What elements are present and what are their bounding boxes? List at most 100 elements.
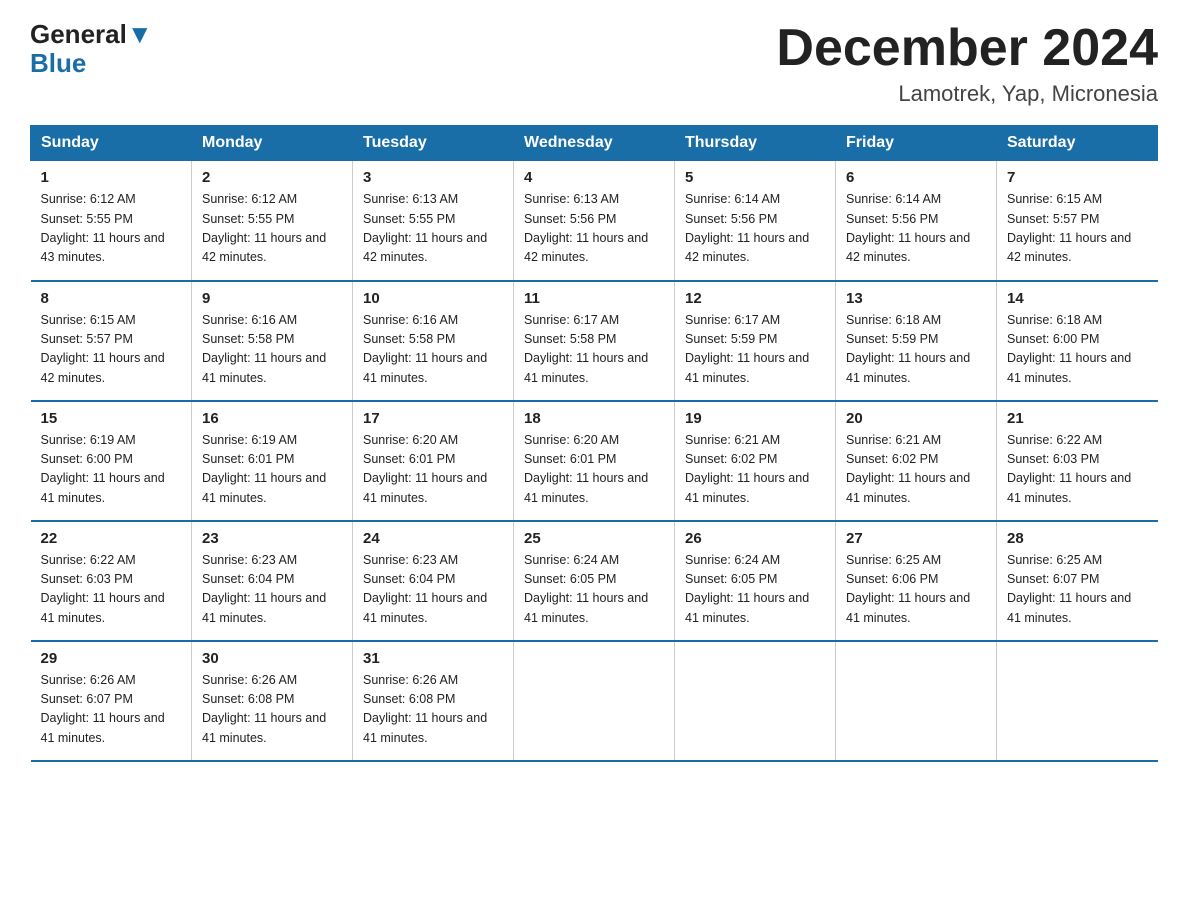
day-number: 3 [363, 169, 503, 186]
calendar-cell: 23 Sunrise: 6:23 AMSunset: 6:04 PMDayligh… [192, 521, 353, 641]
day-number: 14 [1007, 290, 1148, 307]
calendar-week-row: 8Sunrise: 6:15 AMSunset: 5:57 PMDaylight… [31, 281, 1158, 401]
day-number: 27 [846, 530, 986, 547]
day-info: Sunrise: 6:24 AMSunset: 6:05 PMDaylight:… [524, 551, 664, 629]
day-number: 28 [1007, 530, 1148, 547]
day-number: 6 [846, 169, 986, 186]
day-number: 4 [524, 169, 664, 186]
day-number: 23 [202, 530, 342, 547]
calendar-cell: 5Sunrise: 6:14 AMSunset: 5:56 PMDaylight… [675, 161, 836, 281]
day-info: Sunrise: 6:13 AMSunset: 5:56 PMDaylight:… [524, 190, 664, 268]
day-info: Sunrise: 6:13 AMSunset: 5:55 PMDaylight:… [363, 190, 503, 268]
calendar-cell: 19 Sunrise: 6:21 AMSunset: 6:02 PMDayligh… [675, 401, 836, 521]
day-number: 11 [524, 290, 664, 307]
day-info: Sunrise: 6:26 AMSunset: 6:08 PMDaylight:… [363, 671, 503, 749]
calendar-cell: 15 Sunrise: 6:19 AMSunset: 6:00 PMDayligh… [31, 401, 192, 521]
calendar-cell: 16 Sunrise: 6:19 AMSunset: 6:01 PMDayligh… [192, 401, 353, 521]
title-area: December 2024 Lamotrek, Yap, Micronesia [776, 20, 1158, 107]
calendar-cell: 24Sunrise: 6:23 AMSunset: 6:04 PMDayligh… [353, 521, 514, 641]
day-number: 25 [524, 530, 664, 547]
day-number: 12 [685, 290, 825, 307]
day-info: Sunrise: 6:15 AMSunset: 5:57 PMDaylight:… [1007, 190, 1148, 268]
day-info: Sunrise: 6:26 AMSunset: 6:08 PMDaylight:… [202, 671, 342, 749]
calendar-cell: 25 Sunrise: 6:24 AMSunset: 6:05 PMDayligh… [514, 521, 675, 641]
calendar-cell: 26 Sunrise: 6:24 AMSunset: 6:05 PMDayligh… [675, 521, 836, 641]
day-info: Sunrise: 6:21 AMSunset: 6:02 PMDaylight:… [846, 431, 986, 509]
day-number: 31 [363, 650, 503, 667]
calendar-cell: 9Sunrise: 6:16 AMSunset: 5:58 PMDaylight… [192, 281, 353, 401]
calendar-cell [514, 641, 675, 761]
location-title: Lamotrek, Yap, Micronesia [776, 81, 1158, 107]
day-number: 30 [202, 650, 342, 667]
calendar-cell [675, 641, 836, 761]
day-number: 2 [202, 169, 342, 186]
day-info: Sunrise: 6:17 AMSunset: 5:59 PMDaylight:… [685, 311, 825, 389]
day-number: 20 [846, 410, 986, 427]
calendar-cell: 10 Sunrise: 6:16 AMSunset: 5:58 PMDayligh… [353, 281, 514, 401]
page-header: General▼Blue December 2024 Lamotrek, Yap… [30, 20, 1158, 107]
day-info: Sunrise: 6:20 AMSunset: 6:01 PMDaylight:… [524, 431, 664, 509]
calendar-header-row: SundayMondayTuesdayWednesdayThursdayFrid… [31, 126, 1158, 161]
calendar-cell: 11Sunrise: 6:17 AMSunset: 5:58 PMDayligh… [514, 281, 675, 401]
calendar-cell: 30 Sunrise: 6:26 AMSunset: 6:08 PMDayligh… [192, 641, 353, 761]
column-header-saturday: Saturday [997, 126, 1158, 161]
calendar-table: SundayMondayTuesdayWednesdayThursdayFrid… [30, 125, 1158, 762]
calendar-cell: 12 Sunrise: 6:17 AMSunset: 5:59 PMDayligh… [675, 281, 836, 401]
calendar-week-row: 22Sunrise: 6:22 AMSunset: 6:03 PMDayligh… [31, 521, 1158, 641]
day-info: Sunrise: 6:19 AMSunset: 6:00 PMDaylight:… [41, 431, 182, 509]
calendar-cell: 2 Sunrise: 6:12 AMSunset: 5:55 PMDaylight… [192, 161, 353, 281]
day-info: Sunrise: 6:22 AMSunset: 6:03 PMDaylight:… [1007, 431, 1148, 509]
day-number: 15 [41, 410, 182, 427]
day-number: 8 [41, 290, 182, 307]
day-number: 18 [524, 410, 664, 427]
calendar-week-row: 1 Sunrise: 6:12 AMSunset: 5:55 PMDaylight… [31, 161, 1158, 281]
calendar-week-row: 29Sunrise: 6:26 AMSunset: 6:07 PMDayligh… [31, 641, 1158, 761]
day-info: Sunrise: 6:23 AMSunset: 6:04 PMDaylight:… [202, 551, 342, 629]
day-number: 16 [202, 410, 342, 427]
day-number: 17 [363, 410, 503, 427]
day-info: Sunrise: 6:19 AMSunset: 6:01 PMDaylight:… [202, 431, 342, 509]
day-info: Sunrise: 6:25 AMSunset: 6:07 PMDaylight:… [1007, 551, 1148, 629]
day-number: 10 [363, 290, 503, 307]
day-info: Sunrise: 6:22 AMSunset: 6:03 PMDaylight:… [41, 551, 182, 629]
calendar-cell: 13 Sunrise: 6:18 AMSunset: 5:59 PMDayligh… [836, 281, 997, 401]
calendar-cell: 18 Sunrise: 6:20 AMSunset: 6:01 PMDayligh… [514, 401, 675, 521]
day-number: 13 [846, 290, 986, 307]
logo-text: General▼Blue [30, 20, 153, 77]
day-info: Sunrise: 6:21 AMSunset: 6:02 PMDaylight:… [685, 431, 825, 509]
logo-triangle-icon: ▼ [127, 19, 153, 49]
logo-blue: Blue [30, 48, 86, 78]
calendar-cell: 7Sunrise: 6:15 AMSunset: 5:57 PMDaylight… [997, 161, 1158, 281]
calendar-cell: 4 Sunrise: 6:13 AMSunset: 5:56 PMDaylight… [514, 161, 675, 281]
calendar-cell: 28 Sunrise: 6:25 AMSunset: 6:07 PMDayligh… [997, 521, 1158, 641]
calendar-cell [836, 641, 997, 761]
day-info: Sunrise: 6:12 AMSunset: 5:55 PMDaylight:… [202, 190, 342, 268]
day-number: 1 [41, 169, 182, 186]
calendar-cell: 31 Sunrise: 6:26 AMSunset: 6:08 PMDayligh… [353, 641, 514, 761]
calendar-cell: 22Sunrise: 6:22 AMSunset: 6:03 PMDayligh… [31, 521, 192, 641]
day-info: Sunrise: 6:20 AMSunset: 6:01 PMDaylight:… [363, 431, 503, 509]
calendar-cell: 14Sunrise: 6:18 AMSunset: 6:00 PMDayligh… [997, 281, 1158, 401]
day-number: 19 [685, 410, 825, 427]
column-header-tuesday: Tuesday [353, 126, 514, 161]
day-number: 21 [1007, 410, 1148, 427]
day-info: Sunrise: 6:18 AMSunset: 5:59 PMDaylight:… [846, 311, 986, 389]
day-info: Sunrise: 6:16 AMSunset: 5:58 PMDaylight:… [363, 311, 503, 389]
month-title: December 2024 [776, 20, 1158, 77]
day-info: Sunrise: 6:23 AMSunset: 6:04 PMDaylight:… [363, 551, 503, 629]
calendar-cell: 20 Sunrise: 6:21 AMSunset: 6:02 PMDayligh… [836, 401, 997, 521]
column-header-wednesday: Wednesday [514, 126, 675, 161]
day-number: 26 [685, 530, 825, 547]
day-info: Sunrise: 6:14 AMSunset: 5:56 PMDaylight:… [685, 190, 825, 268]
logo: General▼Blue [30, 20, 153, 77]
calendar-cell: 8Sunrise: 6:15 AMSunset: 5:57 PMDaylight… [31, 281, 192, 401]
column-header-monday: Monday [192, 126, 353, 161]
day-number: 29 [41, 650, 182, 667]
calendar-cell: 1 Sunrise: 6:12 AMSunset: 5:55 PMDaylight… [31, 161, 192, 281]
day-info: Sunrise: 6:16 AMSunset: 5:58 PMDaylight:… [202, 311, 342, 389]
calendar-cell: 29Sunrise: 6:26 AMSunset: 6:07 PMDayligh… [31, 641, 192, 761]
day-info: Sunrise: 6:12 AMSunset: 5:55 PMDaylight:… [41, 190, 182, 268]
day-info: Sunrise: 6:14 AMSunset: 5:56 PMDaylight:… [846, 190, 986, 268]
day-info: Sunrise: 6:24 AMSunset: 6:05 PMDaylight:… [685, 551, 825, 629]
calendar-cell: 17 Sunrise: 6:20 AMSunset: 6:01 PMDayligh… [353, 401, 514, 521]
